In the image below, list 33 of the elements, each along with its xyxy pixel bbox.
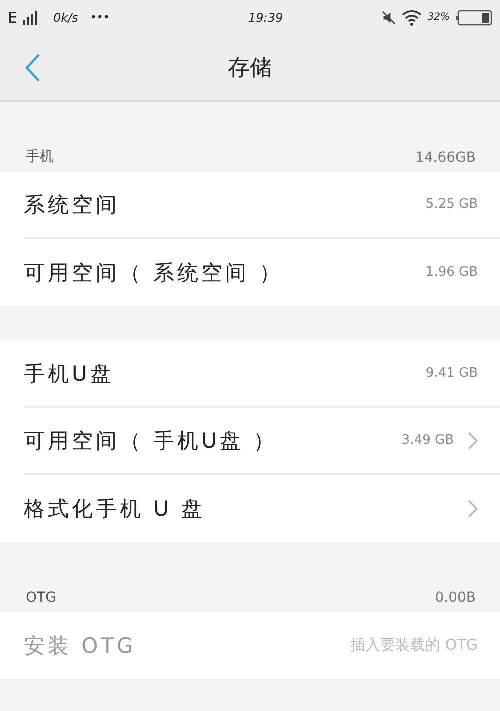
list-item[interactable]: 格式化手机 U 盘	[24, 475, 500, 542]
back-icon[interactable]	[25, 52, 41, 82]
section-total: 0.00B	[435, 590, 476, 606]
section-title: 手机	[26, 148, 54, 166]
mute-icon	[382, 10, 396, 24]
list-item[interactable]: 系统空间 5.25 GB	[24, 172, 500, 239]
chevron-icon	[468, 500, 478, 518]
battery-percent: 32%	[428, 12, 450, 23]
battery-icon	[456, 10, 492, 26]
list-item[interactable]: 可用空间（ 系统空间 ） 1.96 GB	[24, 239, 500, 306]
item-label: 格式化手机 U 盘	[24, 496, 206, 522]
item-value: 9.41 GB	[426, 366, 478, 381]
item-label: 系统空间	[24, 192, 120, 218]
network-speed: 0k/s	[53, 10, 78, 24]
item-value: 3.49 GB	[402, 433, 454, 448]
item-value: 插入要装载的 OTG	[350, 636, 478, 655]
more-notifications: •••	[90, 11, 110, 24]
item-label: 安装 OTG	[24, 632, 136, 660]
section-title: OTG	[26, 590, 56, 606]
item-value: 1.96 GB	[426, 265, 478, 280]
clock: 19:39	[248, 10, 284, 24]
item-label: 手机U盘	[24, 360, 114, 388]
page-title: 存储	[228, 54, 272, 82]
wifi-icon	[402, 10, 422, 26]
signal-icon	[23, 10, 40, 24]
section-total: 14.66GB	[415, 150, 476, 166]
item-label: 可用空间（ 系统空间 ）	[24, 260, 284, 286]
list-item[interactable]: 可用空间（ 手机U盘 ） 3.49 GB	[24, 408, 500, 475]
item-label: 可用空间（ 手机U盘 ）	[24, 428, 278, 454]
item-value: 5.25 GB	[426, 197, 478, 212]
chevron-icon	[468, 432, 478, 450]
network-type: E	[8, 8, 18, 26]
list-item[interactable]: 手机U盘 9.41 GB	[24, 341, 500, 408]
